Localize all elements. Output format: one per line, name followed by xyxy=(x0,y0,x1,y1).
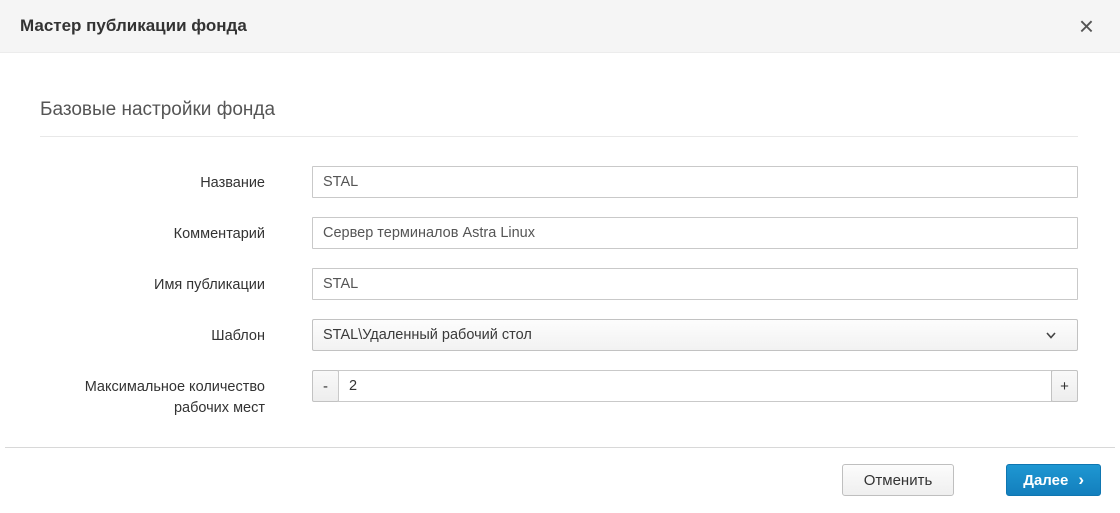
name-label: Название xyxy=(40,166,265,194)
form-row-publication-name: Имя публикации xyxy=(40,268,1078,300)
name-field-wrap xyxy=(312,166,1078,198)
template-select[interactable]: STAL\Удаленный рабочий стол xyxy=(312,319,1078,351)
form-row-comment: Комментарий xyxy=(40,217,1078,249)
publication-name-field-wrap xyxy=(312,268,1078,300)
comment-label: Комментарий xyxy=(40,217,265,245)
comment-field-wrap xyxy=(312,217,1078,249)
publication-name-input[interactable] xyxy=(312,268,1078,300)
close-icon[interactable]: × xyxy=(1073,13,1100,39)
decrement-button[interactable]: - xyxy=(312,370,339,402)
name-input[interactable] xyxy=(312,166,1078,198)
comment-input[interactable] xyxy=(312,217,1078,249)
max-workplaces-stepper: - + xyxy=(312,370,1078,402)
dialog-title: Мастер публикации фонда xyxy=(20,16,247,36)
section-divider xyxy=(40,136,1078,137)
dialog-header: Мастер публикации фонда × xyxy=(0,0,1120,53)
form-row-template: Шаблон STAL\Удаленный рабочий стол xyxy=(40,319,1078,351)
template-select-value: STAL\Удаленный рабочий стол xyxy=(323,327,532,343)
form-row-name: Название xyxy=(40,166,1078,198)
section-title: Базовые настройки фонда xyxy=(40,99,1078,121)
next-button-label: Далее xyxy=(1023,472,1068,489)
max-workplaces-field-wrap: - + xyxy=(312,370,1078,402)
form-row-max-workplaces: Максимальное количество рабочих мест - + xyxy=(40,370,1078,419)
cancel-button-label: Отменить xyxy=(864,472,933,489)
dialog-body: Базовые настройки фонда Название Коммент… xyxy=(0,53,1120,447)
fund-publication-wizard-dialog: Мастер публикации фонда × Базовые настро… xyxy=(0,0,1120,513)
cancel-button[interactable]: Отменить xyxy=(842,464,955,496)
publication-name-label: Имя публикации xyxy=(40,268,265,296)
template-field-wrap: STAL\Удаленный рабочий стол xyxy=(312,319,1078,351)
chevron-right-icon: › xyxy=(1078,471,1084,488)
dialog-footer: Отменить Далее › xyxy=(5,447,1115,513)
template-label: Шаблон xyxy=(40,319,265,347)
increment-button[interactable]: + xyxy=(1051,370,1078,402)
max-workplaces-label: Максимальное количество рабочих мест xyxy=(40,370,265,419)
max-workplaces-input[interactable] xyxy=(338,370,1052,402)
next-button[interactable]: Далее › xyxy=(1006,464,1101,496)
